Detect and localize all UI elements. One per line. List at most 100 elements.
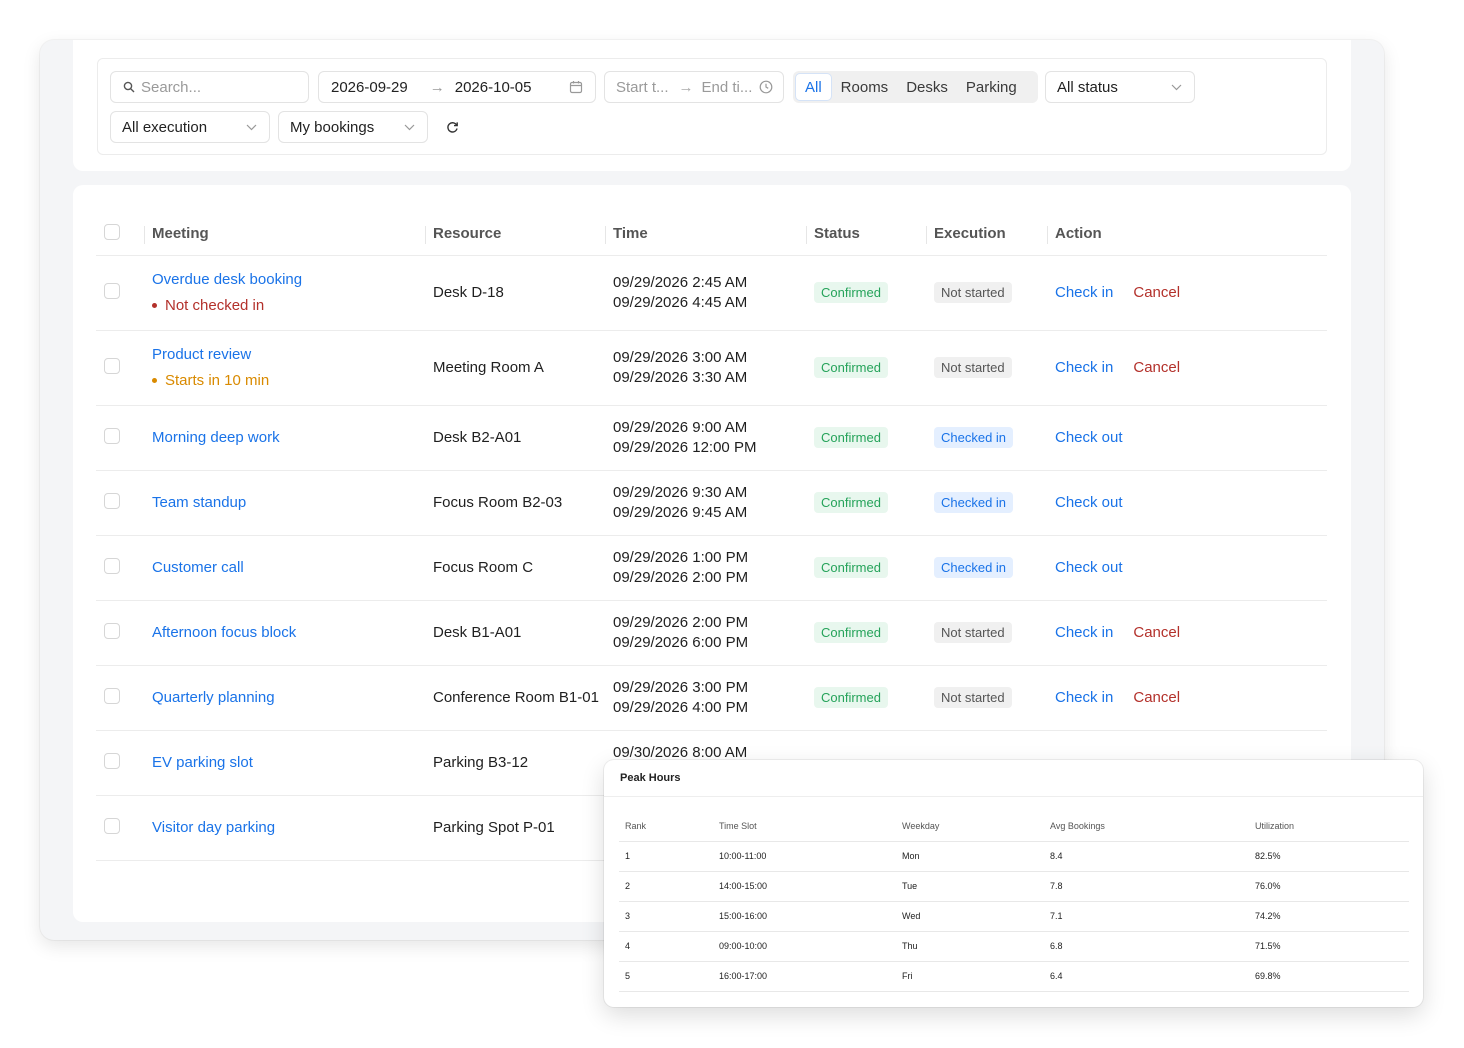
time-start: 09/29/2026 2:00 PM — [613, 613, 749, 631]
table-row: Quarterly planning Conference Room B1-01… — [96, 665, 1327, 731]
meeting-link[interactable]: Customer call — [152, 559, 425, 576]
cancel-link[interactable]: Cancel — [1133, 284, 1180, 301]
select-all-cell — [96, 213, 144, 256]
check-out-link[interactable]: Check out — [1055, 429, 1123, 446]
status-badge: Confirmed — [814, 282, 888, 303]
segment-rooms[interactable]: Rooms — [832, 73, 898, 101]
resource-cell: Conference Room B1-01 — [425, 665, 605, 731]
segment-parking[interactable]: Parking — [957, 73, 1026, 101]
divider — [604, 796, 1423, 797]
date-start[interactable]: 2026-09-29 — [331, 79, 408, 96]
scope-select-value: My bookings — [290, 118, 375, 136]
time-cell: 09/29/2026 3:00 AM 09/29/2026 3:30 AM — [605, 330, 806, 406]
col-header-meeting[interactable]: Meeting — [144, 213, 425, 256]
weekday-cell: Thu — [896, 931, 1044, 962]
meeting-cell: Afternoon focus block — [144, 600, 425, 666]
time-end: 09/29/2026 2:00 PM — [613, 568, 749, 586]
row-checkbox[interactable] — [104, 687, 120, 704]
chevron-down-icon — [246, 124, 257, 131]
resource-cell: Meeting Room A — [425, 330, 605, 406]
time-cell: 09/29/2026 2:45 AM 09/29/2026 4:45 AM — [605, 255, 806, 331]
meeting-cell: Morning deep work — [144, 405, 425, 471]
time-end-placeholder[interactable]: End ti... — [702, 79, 753, 96]
refresh-icon[interactable] — [444, 119, 460, 135]
status-select[interactable]: All status — [1045, 71, 1195, 103]
time-range-picker[interactable]: Start t... → End ti... — [604, 71, 784, 103]
meeting-link[interactable]: Quarterly planning — [152, 689, 425, 706]
check-out-link[interactable]: Check out — [1055, 559, 1123, 576]
status-cell: Confirmed — [806, 535, 926, 601]
col-header-rank: Rank — [619, 811, 713, 842]
col-header-time-slot: Time Slot — [713, 811, 896, 842]
check-in-link[interactable]: Check in — [1055, 624, 1113, 641]
resource-cell: Desk B2-A01 — [425, 405, 605, 471]
time-start: 09/29/2026 3:00 PM — [613, 678, 749, 696]
cancel-link[interactable]: Cancel — [1133, 689, 1180, 706]
status-dot-icon — [152, 378, 157, 383]
execution-cell: Checked in — [926, 405, 1047, 471]
table-row: 3 15:00-16:00 Wed 7.1 74.2% — [619, 901, 1409, 932]
table-row: Product review Starts in 10 min Meeting … — [96, 330, 1327, 406]
action-cell: Check out — [1047, 470, 1327, 536]
segment-all[interactable]: All — [795, 73, 832, 101]
col-header-resource[interactable]: Resource — [425, 213, 605, 256]
weekday-cell: Fri — [896, 961, 1044, 992]
time-end: 09/29/2026 12:00 PM — [613, 438, 757, 456]
meeting-link[interactable]: Product review — [152, 346, 425, 363]
status-cell: Confirmed — [806, 330, 926, 406]
weekday-cell: Tue — [896, 871, 1044, 902]
time-end: 09/29/2026 9:45 AM — [613, 503, 748, 521]
check-in-link[interactable]: Check in — [1055, 359, 1113, 376]
meeting-link[interactable]: Afternoon focus block — [152, 624, 425, 641]
time-start: 09/29/2026 2:45 AM — [613, 273, 748, 291]
time-start-placeholder[interactable]: Start t... — [616, 79, 669, 96]
execution-badge: Not started — [934, 357, 1012, 378]
select-all-checkbox[interactable] — [104, 223, 120, 240]
peak-hours-table: Rank Time Slot Weekday Avg Bookings Util… — [619, 811, 1409, 992]
resource-cell: Parking B3-12 — [425, 730, 605, 796]
action-cell: Check out — [1047, 535, 1327, 601]
check-in-link[interactable]: Check in — [1055, 284, 1113, 301]
avg-bookings-cell: 7.8 — [1044, 871, 1249, 902]
rank-cell: 2 — [619, 871, 713, 902]
col-header-time[interactable]: Time — [605, 213, 806, 256]
date-end[interactable]: 2026-10-05 — [455, 79, 532, 96]
search-input[interactable]: Search... — [110, 71, 309, 103]
status-cell: Confirmed — [806, 405, 926, 471]
segment-desks[interactable]: Desks — [897, 73, 957, 101]
row-checkbox[interactable] — [104, 357, 120, 374]
time-end: 09/29/2026 3:30 AM — [613, 368, 748, 386]
execution-select[interactable]: All execution — [110, 111, 270, 143]
time-cell: 09/29/2026 1:00 PM 09/29/2026 2:00 PM — [605, 535, 806, 601]
calendar-icon — [569, 80, 583, 94]
row-checkbox[interactable] — [104, 427, 120, 444]
row-checkbox[interactable] — [104, 622, 120, 639]
execution-badge: Not started — [934, 282, 1012, 303]
meeting-link[interactable]: Overdue desk booking — [152, 271, 425, 288]
check-in-link[interactable]: Check in — [1055, 689, 1113, 706]
check-out-link[interactable]: Check out — [1055, 494, 1123, 511]
date-range-picker[interactable]: 2026-09-29 → 2026-10-05 — [318, 71, 596, 103]
status-badge: Confirmed — [814, 557, 888, 578]
row-checkbox[interactable] — [104, 492, 120, 509]
meeting-link[interactable]: Morning deep work — [152, 429, 425, 446]
execution-cell: Checked in — [926, 470, 1047, 536]
time-start: 09/29/2026 9:30 AM — [613, 483, 748, 501]
cancel-link[interactable]: Cancel — [1133, 359, 1180, 376]
rank-cell: 1 — [619, 841, 713, 872]
table-row: 5 16:00-17:00 Fri 6.4 69.8% — [619, 961, 1409, 992]
meeting-link[interactable]: Team standup — [152, 494, 425, 511]
col-header-status[interactable]: Status — [806, 213, 926, 256]
row-checkbox[interactable] — [104, 752, 120, 769]
status-badge: Confirmed — [814, 622, 888, 643]
row-checkbox[interactable] — [104, 817, 120, 834]
row-checkbox[interactable] — [104, 557, 120, 574]
table-row: Customer call Focus Room C 09/29/2026 1:… — [96, 535, 1327, 601]
col-header-execution[interactable]: Execution — [926, 213, 1047, 256]
row-checkbox[interactable] — [104, 282, 120, 299]
cancel-link[interactable]: Cancel — [1133, 624, 1180, 641]
scope-select[interactable]: My bookings — [278, 111, 428, 143]
meeting-link[interactable]: EV parking slot — [152, 754, 425, 771]
rank-cell: 5 — [619, 961, 713, 992]
meeting-link[interactable]: Visitor day parking — [152, 819, 425, 836]
